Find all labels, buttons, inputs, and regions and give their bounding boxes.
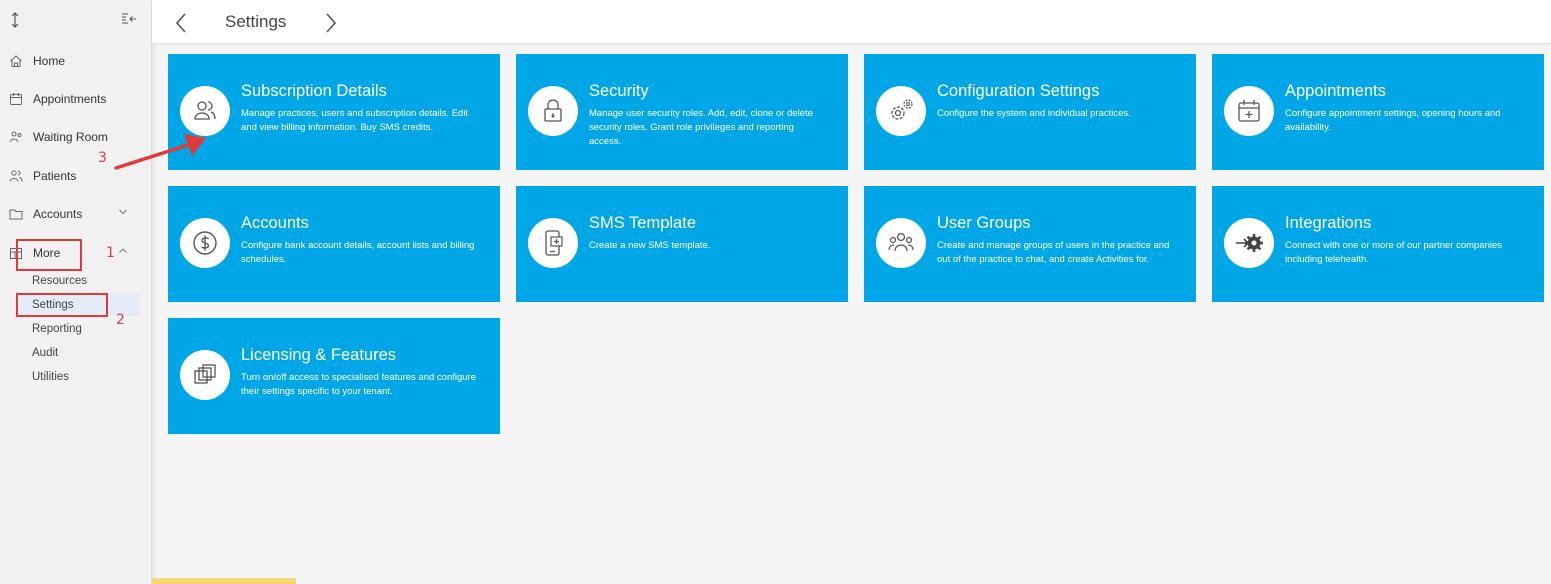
tile-icon-circle <box>180 86 230 136</box>
sidebar-item-label: Waiting Room <box>33 130 108 144</box>
patients-icon <box>9 170 23 182</box>
tile-title: Integrations <box>1285 214 1372 232</box>
tile-description: Create and manage groups of users in the… <box>937 240 1170 265</box>
integration-gear-icon <box>1236 234 1263 252</box>
tile-description: Connect with one or more of our partner … <box>1285 240 1503 265</box>
sidebar: Home Appointments Waiting Room Patients … <box>0 0 152 584</box>
sidebar-item-label: Accounts <box>33 207 83 221</box>
tile-description: Configure bank account details, account … <box>241 240 475 265</box>
phone-message-icon <box>545 230 563 256</box>
tile-appointments[interactable]: Appointments Configure appointment setti… <box>1212 54 1544 170</box>
tile-description: Create a new SMS template. <box>589 240 711 251</box>
tile-title: User Groups <box>937 214 1031 232</box>
header: Settings <box>152 0 1551 44</box>
chevron-up-icon <box>119 248 127 253</box>
bottom-notification-bar <box>152 578 296 584</box>
tile-description: Manage practices, users and subscription… <box>241 108 469 133</box>
chevron-down-icon <box>119 209 127 215</box>
sidebar-item-label: Home <box>33 54 66 68</box>
tile-accounts[interactable]: Accounts Configure bank account details,… <box>168 186 500 302</box>
tile-security[interactable]: Security Manage user security roles. Add… <box>516 54 848 170</box>
tile-icon-circle <box>528 218 578 268</box>
tile-icon-circle <box>180 350 230 400</box>
tile-icon-circle <box>528 86 578 136</box>
tile-title: Configuration Settings <box>937 82 1100 100</box>
gears-icon <box>891 99 913 120</box>
resize-vertical-icon[interactable] <box>10 12 20 28</box>
tile-icon-circle <box>180 218 230 268</box>
tile-subscription-details[interactable]: Subscription Details Manage practices, u… <box>168 54 500 170</box>
collapse-sidebar-icon[interactable] <box>121 12 137 26</box>
sidebar-subitem-reporting[interactable]: Reporting <box>32 320 82 338</box>
sidebar-top <box>10 12 140 32</box>
tile-user-groups[interactable]: User Groups Create and manage groups of … <box>864 186 1196 302</box>
tile-title: SMS Template <box>589 214 696 232</box>
tile-integrations[interactable]: Integrations Connect with one or more of… <box>1212 186 1544 302</box>
tile-title: Accounts <box>241 214 309 232</box>
tile-licensing-features[interactable]: Licensing & Features Turn on/off access … <box>168 318 500 434</box>
forward-arrow-icon[interactable] <box>324 12 338 34</box>
tile-icon-circle <box>1224 218 1274 268</box>
waiting-room-icon <box>10 131 22 143</box>
tile-sms-template[interactable]: SMS Template Create a new SMS template. <box>516 186 848 302</box>
sidebar-item-appointments[interactable]: Appointments <box>9 88 144 110</box>
tile-title: Licensing & Features <box>241 346 397 364</box>
tile-description: Manage user security roles. Add, edit, c… <box>589 108 813 147</box>
annotation-box-settings <box>16 293 108 317</box>
tile-configuration-settings[interactable]: Configuration Settings Configure the sys… <box>864 54 1196 170</box>
annotation-number-2: 2 <box>116 312 125 328</box>
tile-description: Configure the system and individual prac… <box>937 108 1131 119</box>
sidebar-subitem-audit[interactable]: Audit <box>32 344 58 362</box>
sidebar-item-accounts[interactable]: Accounts <box>9 203 144 225</box>
home-icon <box>10 55 22 67</box>
layers-icon <box>194 364 216 384</box>
tile-icon-circle <box>1224 86 1274 136</box>
lock-icon <box>544 99 562 122</box>
calendar-icon <box>10 93 22 105</box>
annotation-box-more <box>16 239 82 271</box>
annotation-arrow <box>114 134 206 170</box>
calendar-plus-icon <box>1238 100 1260 122</box>
annotation-number-3: 3 <box>98 150 107 166</box>
page-title: Settings <box>225 12 287 31</box>
user-group-icon <box>888 232 914 252</box>
tile-icon-circle <box>876 218 926 268</box>
tile-description: Turn on/off access to specialised featur… <box>241 372 476 397</box>
tile-title: Appointments <box>1285 82 1386 100</box>
users-icon <box>194 101 216 120</box>
tile-description: Configure appointment settings, opening … <box>1285 108 1501 133</box>
annotation-number-1: 1 <box>106 245 115 261</box>
sidebar-item-label: Patients <box>33 169 77 183</box>
folder-icon <box>9 209 23 220</box>
tile-title: Subscription Details <box>241 82 387 100</box>
sidebar-item-label: Appointments <box>33 92 107 106</box>
sidebar-subitem-resources[interactable]: Resources <box>32 272 87 290</box>
sidebar-subitem-utilities[interactable]: Utilities <box>32 368 69 386</box>
sidebar-item-home[interactable]: Home <box>9 50 144 72</box>
dollar-icon <box>193 231 217 255</box>
back-arrow-icon[interactable] <box>174 12 188 34</box>
tile-icon-circle <box>876 86 926 136</box>
tile-title: Security <box>589 82 649 100</box>
